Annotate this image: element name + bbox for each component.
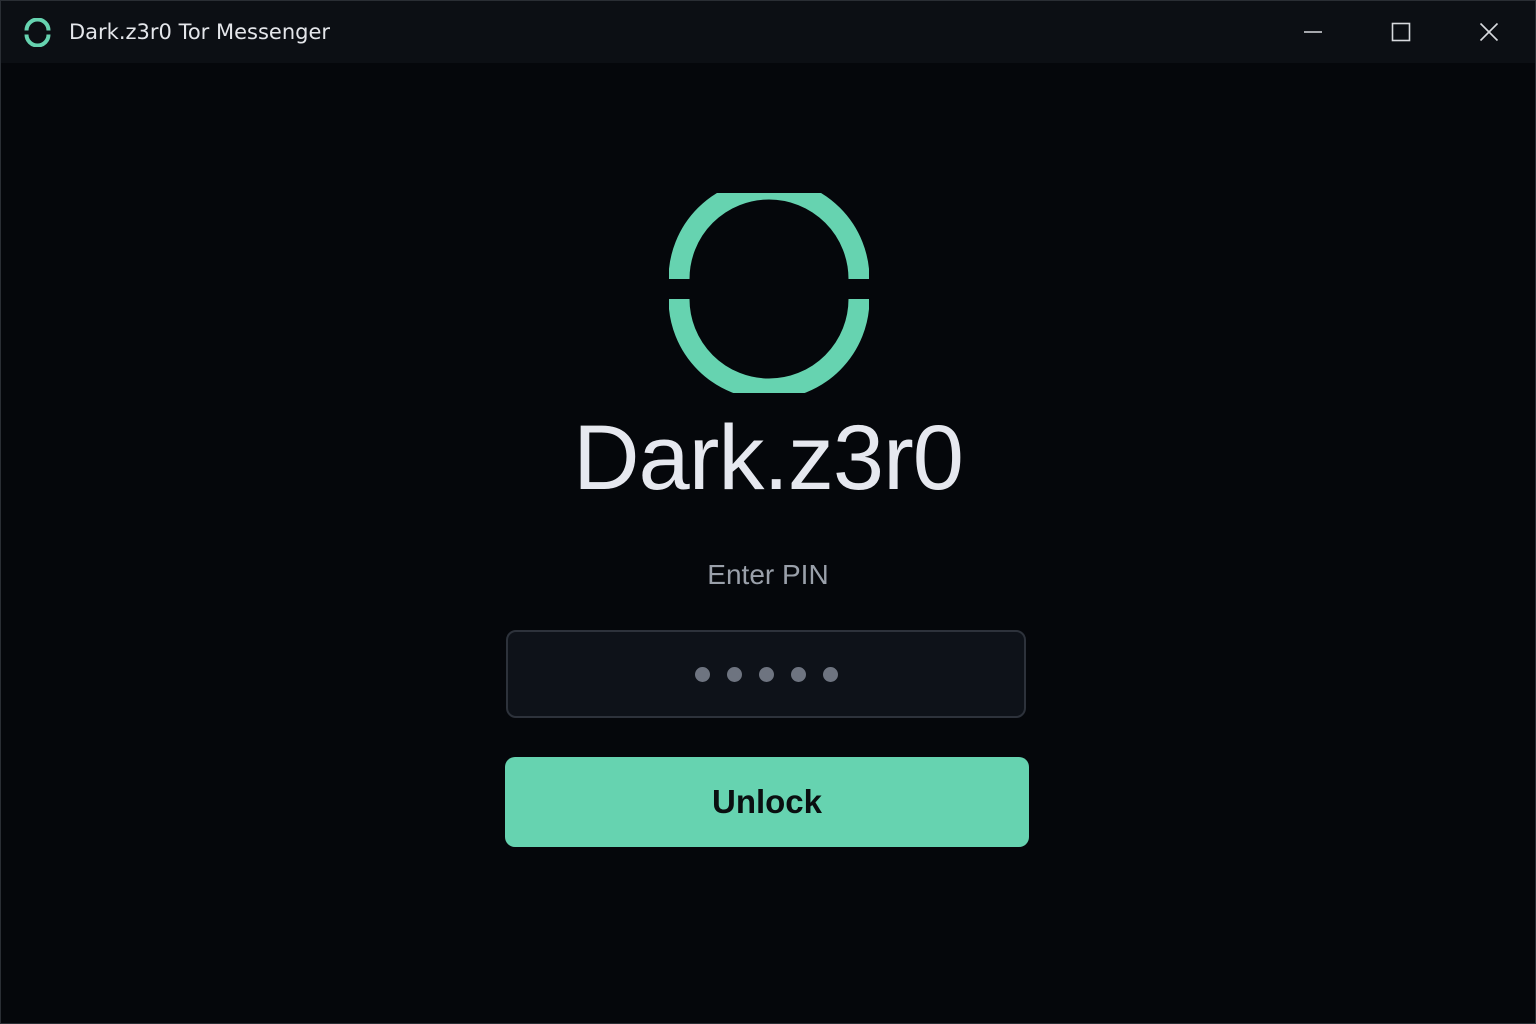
pin-dots [508, 632, 1024, 716]
minimize-button[interactable] [1269, 1, 1357, 63]
unlock-button-label: Unlock [711, 783, 823, 820]
ring-logo-icon [23, 17, 52, 48]
pin-input[interactable] [506, 630, 1026, 718]
close-button[interactable] [1445, 1, 1533, 63]
pin-mask-dot [726, 666, 742, 682]
app-window: Dark.z3r0 Tor Messenger Dark.z3r0 Enter … [0, 0, 1536, 1024]
app-name-heading: Dark.z3r0 [573, 407, 964, 509]
title-bar[interactable]: Dark.z3r0 Tor Messenger [1, 1, 1535, 63]
pin-label: Enter PIN [707, 559, 829, 590]
window-title: Dark.z3r0 Tor Messenger [69, 20, 331, 44]
maximize-button[interactable] [1357, 1, 1445, 63]
minimize-icon [1304, 31, 1322, 33]
close-icon [1479, 22, 1499, 42]
pin-mask-dot [758, 666, 774, 682]
pin-mask-dot [790, 666, 806, 682]
maximize-icon [1391, 22, 1411, 42]
unlock-button[interactable]: Unlock [505, 757, 1029, 847]
pin-mask-dot [694, 666, 710, 682]
pin-mask-dot [822, 666, 838, 682]
ring-logo-icon [668, 178, 870, 400]
